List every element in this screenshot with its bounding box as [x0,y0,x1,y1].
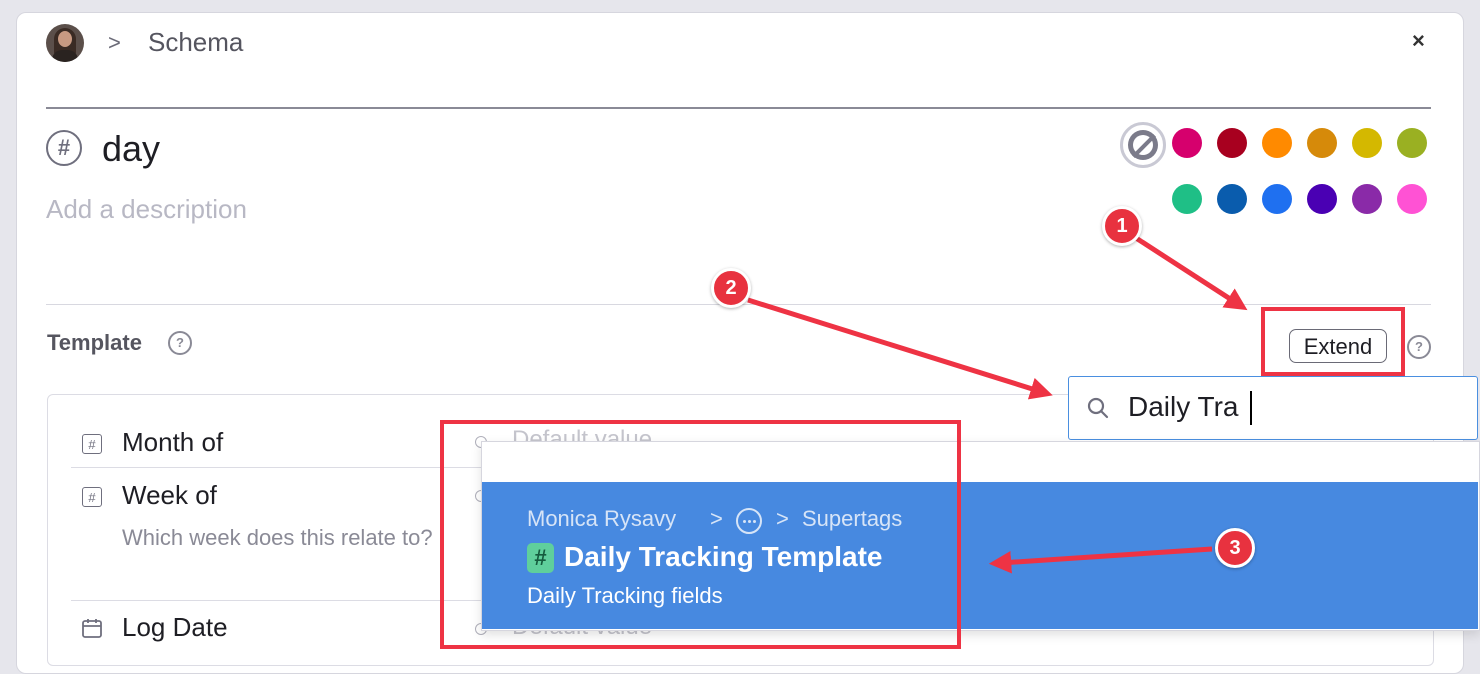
hash-field-icon: # [82,487,102,507]
color-swatch[interactable] [1397,184,1427,214]
color-swatch[interactable] [1217,128,1247,158]
description-field[interactable]: Add a description [46,194,247,225]
color-swatch[interactable] [1172,128,1202,158]
annotation-box-extend [1261,307,1405,376]
supertag-hash-icon: # [46,130,82,166]
calendar-icon [81,617,103,639]
color-swatch[interactable] [1352,128,1382,158]
color-swatch[interactable] [1307,184,1337,214]
breadcrumb-separator: > [108,30,121,55]
template-heading: Template [47,330,142,355]
color-swatch[interactable] [1262,184,1292,214]
avatar[interactable] [46,24,84,62]
field-description: Which week does this relate to? [122,525,433,550]
search-query[interactable]: Daily Tra [1128,391,1238,423]
field-label-month-of[interactable]: Month of [122,427,223,458]
color-swatch[interactable] [1307,128,1337,158]
annotation-box-result [440,420,961,649]
color-swatch[interactable] [1397,128,1427,158]
color-swatch[interactable] [1262,128,1292,158]
text-caret [1250,391,1252,425]
annotation-badge-3: 3 [1215,528,1255,568]
hash-field-icon: # [82,434,102,454]
color-swatch[interactable] [1352,184,1382,214]
close-icon[interactable]: × [1412,28,1425,54]
no-color-swatch[interactable] [1120,122,1166,168]
field-label-log-date[interactable]: Log Date [122,612,228,643]
extend-help-icon[interactable]: ? [1407,335,1431,359]
annotation-badge-2: 2 [711,268,751,308]
field-label-week-of[interactable]: Week of [122,480,217,511]
color-swatch[interactable] [1217,184,1247,214]
header-divider [46,107,1431,109]
search-icon [1086,396,1110,420]
template-help-icon[interactable]: ? [168,331,192,355]
annotation-badge-1: 1 [1102,206,1142,246]
page-title[interactable]: day [102,128,160,170]
color-swatch[interactable] [1172,184,1202,214]
breadcrumb-current[interactable]: Schema [148,27,243,58]
